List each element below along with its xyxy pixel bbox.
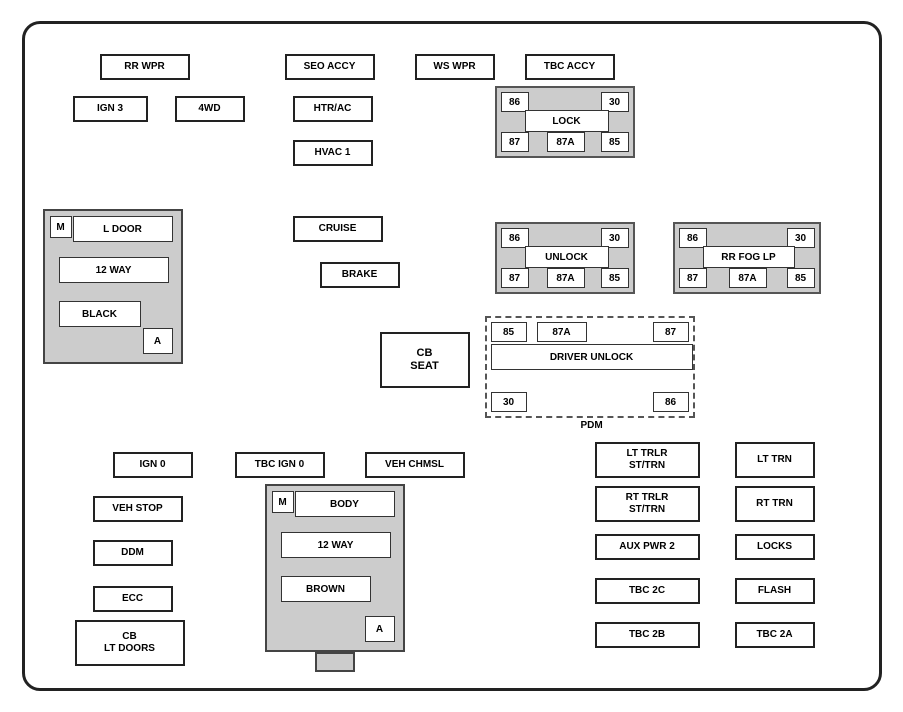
fuse-lt-trlr: LT TRLRST/TRN xyxy=(595,442,700,478)
relay-unlock-87: 87 xyxy=(501,268,529,288)
relay-lock-30: 30 xyxy=(601,92,629,112)
pdm-label: PDM xyxy=(581,420,603,431)
relay-fog-30: 30 xyxy=(787,228,815,248)
fuse-veh-chmsl: VEH CHMSL xyxy=(365,452,465,478)
relay-lock-85: 85 xyxy=(601,132,629,152)
relay-lock-86: 86 xyxy=(501,92,529,112)
relay-unlock-86: 86 xyxy=(501,228,529,248)
fuse-locks: LOCKS xyxy=(735,534,815,560)
connector-body: M BODY 12 WAY BROWN A xyxy=(265,484,405,652)
pdm-box: 85 87A 87 DRIVER UNLOCK 30 86 xyxy=(485,316,695,418)
relay-unlock-87a: 87A xyxy=(547,268,585,288)
connector-left-12way: 12 WAY xyxy=(59,257,169,283)
fuse-cb-lt-doors: CBLT DOORS xyxy=(75,620,185,666)
fuse-veh-stop: VEH STOP xyxy=(93,496,183,522)
relay-lock-group: 86 30 LOCK 87 87A 85 xyxy=(495,86,635,158)
fuse-tbc-2a: TBC 2A xyxy=(735,622,815,648)
fuse-ign3: IGN 3 xyxy=(73,96,148,122)
relay-unlock-30: 30 xyxy=(601,228,629,248)
connector-body-tab xyxy=(315,652,355,672)
connector-body-brown: BROWN xyxy=(281,576,371,602)
pdm-30: 30 xyxy=(491,392,527,412)
fuse-htr-ac: HTR/AC xyxy=(293,96,373,122)
fuse-tbc-2c: TBC 2C xyxy=(595,578,700,604)
fuse-ddm: DDM xyxy=(93,540,173,566)
fuse-tbc-accy: TBC ACCY xyxy=(525,54,615,80)
relay-unlock-group: 86 30 UNLOCK 87 87A 85 xyxy=(495,222,635,294)
pdm-87a: 87A xyxy=(537,322,587,342)
relay-unlock-85: 85 xyxy=(601,268,629,288)
fuse-hvac1: HVAC 1 xyxy=(293,140,373,166)
fuse-seo-accy: SEO ACCY xyxy=(285,54,375,80)
relay-unlock-label: UNLOCK xyxy=(525,246,609,268)
fuse-aux-pwr2: AUX PWR 2 xyxy=(595,534,700,560)
fuse-tbc-2b: TBC 2B xyxy=(595,622,700,648)
connector-left-ldoor: L DOOR xyxy=(73,216,173,242)
fuse-rt-trlr: RT TRLRST/TRN xyxy=(595,486,700,522)
connector-left-black: BLACK xyxy=(59,301,141,327)
relay-fog-86: 86 xyxy=(679,228,707,248)
relay-rr-fog-group: 86 30 RR FOG LP 87 87A 85 xyxy=(673,222,821,294)
fuse-lt-trn: LT TRN xyxy=(735,442,815,478)
relay-fog-87: 87 xyxy=(679,268,707,288)
connector-left-door: M L DOOR 12 WAY BLACK A xyxy=(43,209,183,364)
relay-lock-87: 87 xyxy=(501,132,529,152)
pdm-86: 86 xyxy=(653,392,689,412)
fuse-tbc-ign0: TBC IGN 0 xyxy=(235,452,325,478)
connector-body-body: BODY xyxy=(295,491,395,517)
pdm-85: 85 xyxy=(491,322,527,342)
fuse-rr-wpr: RR WPR xyxy=(100,54,190,80)
fuse-cb-seat: CBSEAT xyxy=(380,332,470,388)
fuse-4wd: 4WD xyxy=(175,96,245,122)
fuse-brake: BRAKE xyxy=(320,262,400,288)
connector-body-m: M xyxy=(272,491,294,513)
pdm-87: 87 xyxy=(653,322,689,342)
relay-fog-87a: 87A xyxy=(729,268,767,288)
fuse-rt-trn: RT TRN xyxy=(735,486,815,522)
connector-body-12way: 12 WAY xyxy=(281,532,391,558)
connector-left-m: M xyxy=(50,216,72,238)
fuse-ws-wpr: WS WPR xyxy=(415,54,495,80)
connector-left-a: A xyxy=(143,328,173,354)
fuse-ecc: ECC xyxy=(93,586,173,612)
fuse-flash: FLASH xyxy=(735,578,815,604)
fuse-ign0: IGN 0 xyxy=(113,452,193,478)
relay-lock-label: LOCK xyxy=(525,110,609,132)
connector-body-a: A xyxy=(365,616,395,642)
fuse-diagram: RR WPR SEO ACCY WS WPR TBC ACCY IGN 3 4W… xyxy=(22,21,882,691)
relay-fog-85: 85 xyxy=(787,268,815,288)
fuse-cruise: CRUISE xyxy=(293,216,383,242)
relay-fog-label: RR FOG LP xyxy=(703,246,795,268)
pdm-driver-unlock: DRIVER UNLOCK xyxy=(491,344,693,370)
relay-lock-87a: 87A xyxy=(547,132,585,152)
